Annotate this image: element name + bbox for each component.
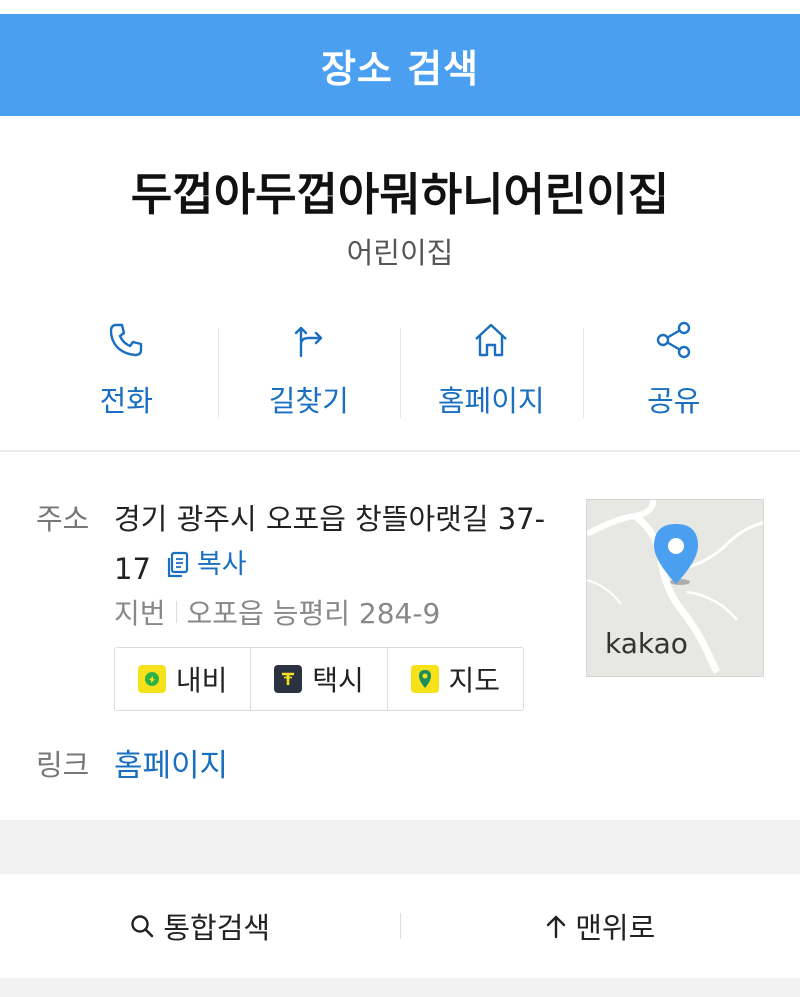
header-bar: 장소 검색 [0, 14, 800, 116]
share-button[interactable]: 공유 [582, 320, 766, 420]
scroll-top-label: 맨위로 [575, 911, 656, 945]
search-icon [131, 915, 154, 938]
call-label: 전화 [99, 384, 153, 418]
jibun-value: 오포읍 능평리 284-9 [186, 597, 441, 630]
page-title: 장소 검색 [320, 46, 480, 91]
place-category: 어린이집 [346, 236, 454, 270]
taxi-icon [274, 665, 303, 693]
phone-icon [104, 320, 148, 360]
copy-label: 복사 [196, 549, 247, 580]
integrated-search-label: 통합검색 [163, 911, 271, 945]
navi-button[interactable]: 내비 [115, 648, 250, 710]
copy-icon [167, 551, 189, 578]
scroll-top-button[interactable]: 맨위로 [401, 905, 800, 947]
copy-button[interactable]: 복사 [165, 542, 247, 588]
home-icon [469, 320, 513, 360]
share-icon [652, 320, 696, 360]
directions-button[interactable]: 길찾기 [217, 320, 401, 420]
footer-bar: 통합검색 맨위로 [0, 874, 800, 978]
nav-button-group: 내비 택시 지도 [114, 647, 524, 711]
address-road: 경기 광주시 오포읍 창뜰아랫길 37-17 복사 [114, 496, 564, 592]
integrated-search-button[interactable]: 통합검색 [0, 905, 400, 947]
section-spacer [0, 820, 800, 874]
homepage-label: 홈페이지 [437, 384, 545, 418]
taxi-button[interactable]: 택시 [250, 648, 386, 710]
map-thumbnail[interactable]: kakao [586, 499, 764, 677]
taxi-label: 택시 [312, 664, 364, 697]
directions-icon [287, 320, 331, 360]
homepage-button[interactable]: 홈페이지 [400, 320, 583, 420]
jibun-separator [175, 601, 177, 623]
bottom-spacer [0, 978, 800, 997]
share-label: 공유 [647, 384, 701, 418]
map-logo: kakao [605, 627, 688, 660]
arrow-up-icon [547, 915, 566, 939]
place-name: 두껍아두껍아뭐하니어린이집 [130, 168, 670, 221]
map-marker-icon [654, 524, 698, 585]
link-label: 링크 [36, 748, 90, 782]
map-button[interactable]: 지도 [386, 648, 523, 710]
navi-icon [137, 665, 166, 693]
map-label: 지도 [448, 664, 501, 697]
homepage-link[interactable]: 홈페이지 [114, 740, 228, 785]
call-button[interactable]: 전화 [35, 320, 218, 420]
address-label: 주소 [36, 502, 90, 536]
navi-label: 내비 [175, 664, 228, 697]
jibun-label: 지번 [114, 597, 166, 630]
status-strip [0, 0, 800, 14]
section-divider [0, 450, 800, 452]
action-bar: 전화 길찾기 홈페이지 공유 [35, 320, 765, 420]
directions-label: 길찾기 [268, 384, 349, 418]
map-pin-icon [410, 665, 439, 693]
jibun-row: 지번 오포읍 능평리 284-9 [114, 592, 440, 632]
